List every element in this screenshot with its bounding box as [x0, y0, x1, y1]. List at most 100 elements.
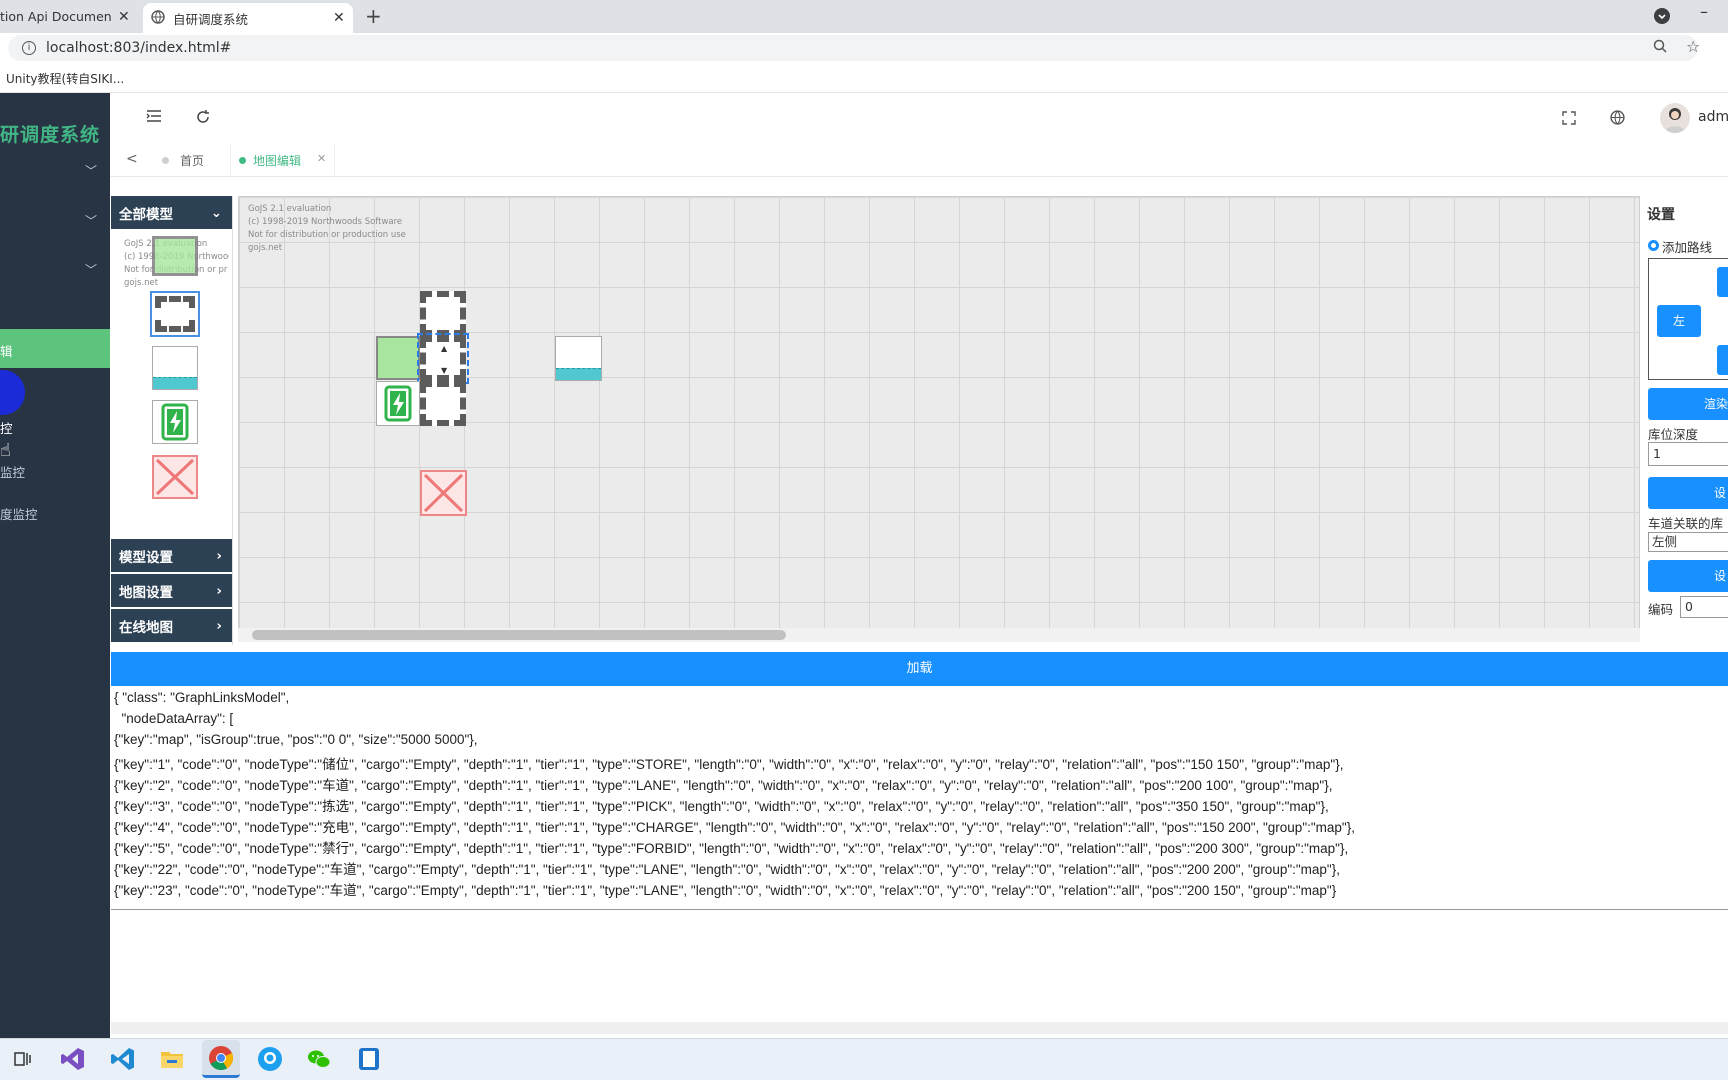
- json-line: {"key":"map", "isGroup":true, "pos":"0 0…: [114, 732, 478, 747]
- vscode-icon[interactable]: [110, 1046, 136, 1072]
- depth-input[interactable]: 1: [1648, 442, 1728, 466]
- model-settings-item[interactable]: 模型设置 ›: [111, 539, 232, 572]
- task-view-icon[interactable]: [13, 1049, 33, 1073]
- refresh-icon[interactable]: [195, 109, 211, 129]
- online-map-item[interactable]: 在线地图 ›: [111, 609, 232, 642]
- node-forbid-5[interactable]: [420, 470, 467, 516]
- tag-dot: [162, 157, 169, 164]
- tab-close-icon[interactable]: ✕: [118, 9, 130, 25]
- palette-charge[interactable]: [152, 400, 198, 444]
- node-store-1[interactable]: [376, 336, 420, 380]
- code-input[interactable]: 0: [1680, 596, 1728, 618]
- palette-store-green[interactable]: [152, 236, 198, 276]
- bookmark-item[interactable]: Unity教程(转自SIKI...: [6, 70, 124, 87]
- node-pick-3[interactable]: [555, 336, 602, 381]
- tag-dot: [239, 157, 246, 164]
- load-button[interactable]: 加载: [111, 652, 1728, 686]
- model-settings-label: 模型设置: [119, 549, 173, 566]
- sidebar: [0, 93, 110, 1038]
- pick-fill: [153, 377, 197, 389]
- bookmark-star-icon[interactable]: ☆: [1686, 37, 1700, 56]
- online-map-label: 在线地图: [119, 619, 173, 636]
- avatar[interactable]: [1660, 103, 1690, 133]
- node-lane-22[interactable]: [420, 381, 466, 426]
- direction-up-button[interactable]: [1717, 267, 1728, 297]
- globe-icon: [151, 9, 165, 27]
- direction-down-button[interactable]: [1717, 345, 1728, 375]
- app-header: admi: [110, 93, 1728, 143]
- json-line: {"key":"4", "code":"0", "nodeType":"充电",…: [114, 820, 1355, 835]
- url-box[interactable]: i localhost:803/index.html# ☆: [8, 35, 1700, 61]
- url-text[interactable]: localhost:803/index.html#: [46, 40, 231, 56]
- all-models-header[interactable]: 全部模型 ⌄: [111, 196, 232, 229]
- chrome-icon: [209, 1046, 234, 1071]
- wechat-icon[interactable]: [306, 1046, 332, 1072]
- node-lane-2[interactable]: [420, 291, 466, 336]
- file-explorer-icon[interactable]: [159, 1046, 185, 1072]
- palette-pick[interactable]: [152, 346, 198, 390]
- browser-tab-api-document[interactable]: tion Api Document ✕: [0, 0, 143, 33]
- tag-home[interactable]: 首页: [162, 143, 230, 177]
- map-canvas[interactable]: GoJS 2.1 evaluation (c) 1998-2019 Northw…: [238, 196, 1640, 642]
- watermark-line: gojs.net: [124, 278, 159, 288]
- json-model-textarea[interactable]: { "class": "GraphLinksModel", "nodeDataA…: [111, 688, 1728, 910]
- app-brand: 研调度系统: [0, 124, 100, 146]
- map-settings-item[interactable]: 地图设置 ›: [111, 574, 232, 607]
- language-globe-icon[interactable]: [1610, 110, 1625, 129]
- tag-map-edit[interactable]: 地图编辑 ✕: [230, 143, 335, 177]
- watermark-line: Not for distribution or production use: [248, 230, 406, 240]
- visual-studio-icon[interactable]: [60, 1046, 86, 1072]
- zoom-icon[interactable]: [1653, 39, 1667, 57]
- arrow-down-icon: ▼: [441, 366, 448, 375]
- canvas-scrollbar-thumb[interactable]: [252, 630, 786, 640]
- set-lane-button[interactable]: 设: [1648, 560, 1728, 592]
- chevron-right-icon: ›: [216, 547, 222, 564]
- hamburger-icon[interactable]: [146, 109, 162, 127]
- canvas-watermark: GoJS 2.1 evaluation (c) 1998-2019 Northw…: [248, 203, 406, 255]
- lane-relation-select[interactable]: 左侧: [1648, 532, 1728, 552]
- sidebar-item-dispatch-monitor[interactable]: 度监控: [0, 504, 38, 523]
- tab-search-icon[interactable]: [1654, 8, 1670, 24]
- settings-panel: 设置 添加路线 左 渲染 库位深度 1 设 车道关联的库 左侧 设 编码 0: [1640, 196, 1728, 642]
- direction-left-button[interactable]: 左: [1657, 305, 1701, 337]
- qq-icon[interactable]: [257, 1046, 283, 1072]
- forbid-icon: [155, 458, 195, 496]
- tab-title: 自研调度系统: [173, 11, 249, 27]
- mouse-cursor-icon: ☝: [0, 440, 11, 461]
- node-lane-23-selected[interactable]: ▲ ▼: [417, 333, 469, 384]
- tab-title: tion Api Document: [0, 9, 112, 24]
- watermark-line: gojs.net: [248, 243, 283, 253]
- arrow-up-icon: ▲: [441, 344, 448, 353]
- sidebar-item-1-chevron-icon[interactable]: ﹀: [85, 162, 97, 179]
- json-line: {"key":"3", "code":"0", "nodeType":"拣选",…: [114, 799, 1329, 814]
- render-button[interactable]: 渲染: [1648, 388, 1728, 420]
- window-minimize-button[interactable]: –: [1700, 2, 1708, 21]
- tab-close-icon[interactable]: ✕: [333, 10, 345, 26]
- new-tab-button[interactable]: +: [365, 4, 382, 28]
- palette-lane-selected[interactable]: [150, 291, 200, 337]
- chevron-down-icon: ⌄: [210, 204, 222, 221]
- fullscreen-icon[interactable]: [1562, 111, 1576, 129]
- tag-close-icon[interactable]: ✕: [317, 152, 326, 165]
- add-route-radio[interactable]: [1648, 240, 1659, 251]
- json-line: {"key":"22", "code":"0", "nodeType":"车道"…: [114, 862, 1340, 877]
- json-line: { "class": "GraphLinksModel",: [114, 690, 290, 705]
- map-settings-label: 地图设置: [119, 584, 173, 601]
- sidebar-item-monitor[interactable]: 控: [0, 418, 13, 437]
- chrome-taskbar-button[interactable]: [202, 1040, 240, 1078]
- sidebar-item-3-chevron-icon[interactable]: ﹀: [85, 261, 97, 278]
- tags-back-icon[interactable]: <: [126, 151, 138, 167]
- sidebar-item-monitor-2[interactable]: 监控: [0, 462, 25, 481]
- username[interactable]: admi: [1698, 109, 1728, 125]
- sidebar-item-2-chevron-icon[interactable]: ﹀: [85, 212, 97, 229]
- set-depth-button[interactable]: 设: [1648, 477, 1728, 509]
- palette-forbid[interactable]: [152, 455, 198, 499]
- app-book-icon[interactable]: [356, 1046, 382, 1072]
- browser-tab-active[interactable]: 自研调度系统 ✕: [143, 3, 353, 33]
- browser-tabstrip: tion Api Document ✕ 自研调度系统 ✕ + –: [0, 0, 1728, 33]
- depth-label: 库位深度: [1648, 427, 1699, 442]
- sidebar-item-map-edit[interactable]: 辑: [0, 329, 110, 368]
- node-charge-4[interactable]: [376, 381, 420, 426]
- page-horizontal-scrollbar[interactable]: [111, 1022, 1728, 1034]
- info-icon[interactable]: i: [22, 41, 36, 55]
